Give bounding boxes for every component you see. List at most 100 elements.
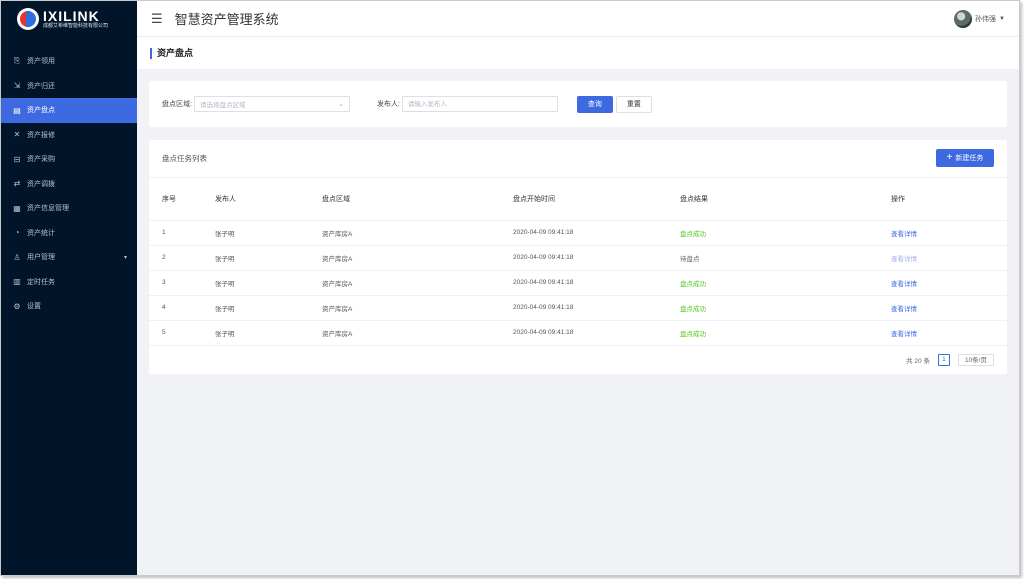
sidebar-item-settings[interactable]: ⚙ 设置 [1, 294, 137, 319]
sidebar-item-label: 资产采购 [27, 156, 55, 164]
view-detail-link[interactable]: 查看详情 [891, 306, 917, 313]
sidebar-item-asset-return[interactable]: ⇲ 资产归还 [1, 74, 137, 99]
new-task-label: 新建任务 [955, 155, 984, 162]
table-row: 4 张子明 资产库房A 2020-04-09 09:41:18 盘点成功 查看详… [149, 295, 1007, 321]
view-detail-link[interactable]: 查看详情 [891, 256, 917, 263]
avatar [954, 10, 973, 28]
sidebar-item-label: 资产调拨 [27, 180, 55, 188]
sidebar-item-asset-repair[interactable]: ✕ 资产报修 [1, 123, 137, 148]
app-window: IXILINK 成都艾希维智能科技有限公司 ⎘ 资产领用 ⇲ 资产归还 ▤ 资产… [0, 0, 1020, 576]
view-detail-link[interactable]: 查看详情 [891, 281, 917, 288]
col-header-creator: 发布人 [215, 178, 322, 221]
caret-down-icon: ▼ [999, 16, 1005, 22]
task-list-card: 盘点任务列表 + 新建任务 序号 发布人 盘点区域 盘点开始时间 盘点结果 操作… [149, 140, 1007, 374]
table-row: 3 张子明 资产库房A 2020-04-09 09:41:18 盘点成功 查看详… [149, 270, 1007, 296]
cell-result: 待盘点 [680, 245, 891, 271]
user-manage-icon: ♙ [13, 252, 21, 262]
list-header: 盘点任务列表 + 新建任务 [149, 140, 1007, 178]
sidebar-item-label: 资产归还 [27, 82, 55, 90]
sidebar-item-asset-stats[interactable]: ◔ 资产统计 [1, 221, 137, 246]
col-header-op: 操作 [891, 178, 1007, 221]
cell-creator: 张子明 [215, 320, 322, 346]
user-name: 孙伟强 [975, 16, 997, 23]
new-task-button[interactable]: + 新建任务 [936, 149, 994, 167]
sidebar-item-label: 资产报修 [27, 131, 55, 139]
cell-op: 查看详情 [891, 245, 1007, 271]
cell-start: 2020-04-09 09:41:18 [513, 320, 680, 346]
page-size-select[interactable]: 10条/页 [957, 354, 994, 366]
page-title-bar: 资产盘点 [137, 37, 1019, 69]
cell-result: 盘点成功 [680, 295, 891, 321]
view-detail-link[interactable]: 查看详情 [891, 231, 917, 238]
sidebar-item-asset-receive[interactable]: ⎘ 资产领用 [1, 49, 137, 74]
cell-area: 资产库房A [322, 295, 513, 321]
query-button[interactable]: 查询 [576, 95, 613, 113]
sidebar-item-scheduled-task[interactable]: ▥ 定时任务 [1, 270, 137, 295]
sidebar-item-asset-transfer[interactable]: ⇄ 资产调拨 [1, 172, 137, 197]
list-title: 盘点任务列表 [162, 154, 207, 163]
logo-subtitle: 成都艾希维智能科技有限公司 [43, 22, 109, 29]
reset-button[interactable]: 重置 [615, 95, 652, 113]
table-row: 2 张子明 资产库房A 2020-04-09 09:41:18 待盘点 查看详情 [149, 245, 1007, 271]
cell-creator: 张子明 [215, 220, 322, 246]
cell-start: 2020-04-09 09:41:18 [513, 270, 680, 296]
sidebar-item-asset-inventory[interactable]: ▤ 资产盘点 [1, 98, 137, 123]
cell-start: 2020-04-09 09:41:18 [513, 245, 680, 271]
table-row: 1 张子明 资产库房A 2020-04-09 09:41:18 盘点成功 查看详… [149, 220, 1007, 246]
view-detail-link[interactable]: 查看详情 [891, 331, 917, 338]
page-number-button[interactable]: 1 [937, 354, 950, 366]
col-header-no: 序号 [149, 178, 215, 221]
cell-area: 资产库房A [322, 220, 513, 246]
pagination: 共 20 条 1 10条/页 [906, 354, 994, 366]
cell-no: 3 [149, 270, 215, 296]
table-row: 5 张子明 资产库房A 2020-04-09 09:41:18 盘点成功 查看详… [149, 320, 1007, 346]
area-select[interactable]: 请选择盘点区域 ⌄ [193, 96, 350, 112]
cell-op: 查看详情 [891, 295, 1007, 321]
logo: IXILINK 成都艾希维智能科技有限公司 [1, 1, 137, 37]
sidebar-item-label: 资产信息管理 [27, 205, 69, 213]
asset-return-icon: ⇲ [13, 81, 21, 91]
sidebar-item-asset-info[interactable]: ▦ 资产信息管理 [1, 196, 137, 221]
area-select-placeholder: 请选择盘点区域 [199, 102, 246, 109]
cell-result: 盘点成功 [680, 220, 891, 246]
cell-no: 5 [149, 320, 215, 346]
asset-inventory-icon: ▤ [13, 105, 21, 115]
user-menu[interactable]: 孙伟强 ▼ [954, 10, 1005, 28]
sidebar-item-label: 资产盘点 [27, 107, 55, 115]
top-header: ☰ 智慧资产管理系统 孙伟强 ▼ [137, 1, 1019, 37]
cell-no: 1 [149, 220, 215, 246]
sidebar-item-label: 设置 [27, 303, 41, 311]
asset-transfer-icon: ⇄ [13, 179, 21, 189]
sidebar-item-user-manage[interactable]: ♙ 用户管理 ▾ [1, 245, 137, 270]
cell-creator: 张子明 [215, 295, 322, 321]
asset-receive-icon: ⎘ [13, 56, 21, 66]
sidebar-item-label: 资产统计 [27, 229, 55, 237]
settings-icon: ⚙ [13, 301, 21, 311]
asset-stats-icon: ◔ [14, 228, 20, 238]
asset-repair-icon: ✕ [13, 130, 21, 140]
cell-no: 2 [149, 245, 215, 271]
app-title: 智慧资产管理系统 [174, 12, 279, 27]
cell-area: 资产库房A [322, 320, 513, 346]
creator-input[interactable] [401, 96, 558, 112]
creator-label: 发布人: [376, 101, 400, 108]
logo-title: IXILINK [43, 7, 100, 24]
scheduled-task-icon: ▥ [13, 277, 21, 287]
hamburger-icon[interactable]: ☰ [151, 11, 163, 27]
sidebar-item-label: 用户管理 [27, 254, 55, 262]
col-header-start: 盘点开始时间 [513, 178, 680, 221]
sidebar-menu: ⎘ 资产领用 ⇲ 资产归还 ▤ 资产盘点 ✕ 资产报修 ⊟ 资产采购 ⇄ 资产调… [1, 49, 137, 319]
cell-area: 资产库房A [322, 245, 513, 271]
cell-result: 盘点成功 [680, 320, 891, 346]
cell-start: 2020-04-09 09:41:18 [513, 295, 680, 321]
asset-info-icon: ▦ [13, 203, 21, 213]
chevron-down-icon: ⌄ [338, 101, 344, 108]
filter-card: 盘点区域: 请选择盘点区域 ⌄ 发布人: 查询 重置 [149, 81, 1007, 127]
asset-purchase-icon: ⊟ [13, 154, 21, 164]
cell-creator: 张子明 [215, 245, 322, 271]
page-title: 资产盘点 [150, 47, 193, 59]
sidebar-item-label: 资产领用 [27, 58, 55, 66]
sidebar-item-asset-purchase[interactable]: ⊟ 资产采购 [1, 147, 137, 172]
sidebar-item-label: 定时任务 [27, 278, 55, 286]
plus-icon: + [946, 152, 953, 163]
